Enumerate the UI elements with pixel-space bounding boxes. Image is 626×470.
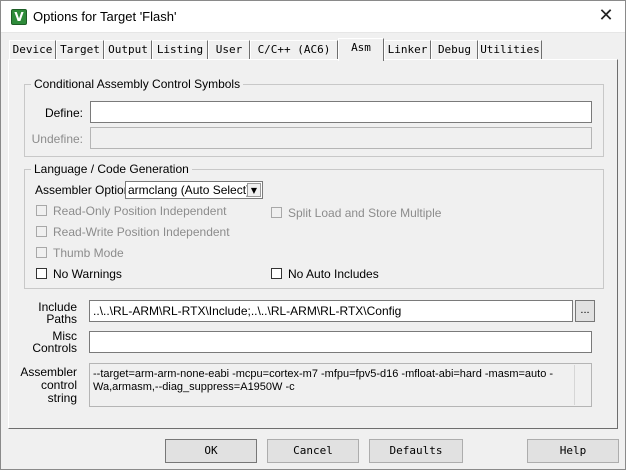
tab-output[interactable]: Output bbox=[104, 40, 152, 59]
conditional-assembly-title: Conditional Assembly Control Symbols bbox=[31, 77, 244, 91]
tab-c-cpp-ac6[interactable]: C/C++ (AC6) bbox=[250, 40, 338, 59]
thumb-mode-checkbox bbox=[36, 247, 47, 258]
include-paths-label: Include Paths bbox=[9, 301, 77, 325]
assembler-control-line2: Wa,armasm,--diag_suppress=A1950W -c bbox=[93, 381, 295, 393]
tab-user[interactable]: User bbox=[208, 40, 250, 59]
window-title: Options for Target 'Flash' bbox=[33, 9, 177, 24]
assembler-control-string-box[interactable]: --target=arm-arm-none-eabi -mcpu=cortex-… bbox=[89, 363, 592, 407]
no-auto-includes-label[interactable]: No Auto Includes bbox=[288, 267, 379, 281]
define-input[interactable] bbox=[90, 101, 592, 123]
tab-device[interactable]: Device bbox=[9, 40, 56, 59]
undefine-label: Undefine: bbox=[31, 132, 83, 146]
tab-listing[interactable]: Listing bbox=[152, 40, 208, 59]
keil-app-icon: V bbox=[11, 9, 27, 25]
misc-controls-label: Misc Controls bbox=[9, 330, 77, 354]
chevron-down-icon: ▼ bbox=[247, 183, 261, 197]
cancel-button[interactable]: Cancel bbox=[267, 439, 359, 463]
assembler-option-value: armclang (Auto Select) bbox=[128, 183, 251, 197]
assembler-control-string-label: Assembler control string bbox=[9, 366, 77, 405]
tab-asm[interactable]: Asm bbox=[338, 38, 384, 61]
assembler-control-label-line1: Assembler bbox=[20, 365, 77, 379]
tab-debug[interactable]: Debug bbox=[431, 40, 478, 59]
undefine-input bbox=[90, 127, 592, 149]
include-paths-input[interactable]: ..\..\RL-ARM\RL-RTX\Include;..\..\RL-ARM… bbox=[89, 300, 573, 322]
include-paths-browse-button[interactable]: ... bbox=[575, 300, 595, 322]
assembler-control-label-line3: string bbox=[47, 391, 77, 405]
ok-button[interactable]: OK bbox=[165, 439, 257, 463]
read-write-pi-label: Read-Write Position Independent bbox=[53, 225, 230, 239]
read-only-pi-label: Read-Only Position Independent bbox=[53, 204, 227, 218]
tab-linker[interactable]: Linker bbox=[384, 40, 431, 59]
split-load-store-checkbox bbox=[271, 207, 282, 218]
split-load-store-label: Split Load and Store Multiple bbox=[288, 206, 442, 220]
no-auto-includes-checkbox[interactable] bbox=[271, 268, 282, 279]
assembler-option-select[interactable]: armclang (Auto Select) ▼ bbox=[125, 181, 263, 199]
read-write-pi-checkbox bbox=[36, 226, 47, 237]
tab-target[interactable]: Target bbox=[56, 40, 104, 59]
asm-tab-panel: Conditional Assembly Control Symbols Def… bbox=[8, 59, 618, 429]
help-button[interactable]: Help bbox=[527, 439, 619, 463]
include-paths-label-line2: Paths bbox=[46, 312, 77, 326]
misc-controls-input[interactable] bbox=[89, 331, 592, 353]
tab-utilities[interactable]: Utilities bbox=[478, 40, 542, 59]
options-dialog: V Options for Target 'Flash' ✕ Device Ta… bbox=[0, 0, 626, 470]
define-label: Define: bbox=[44, 106, 83, 120]
language-code-generation-title: Language / Code Generation bbox=[31, 162, 192, 176]
conditional-assembly-group: Conditional Assembly Control Symbols Def… bbox=[24, 77, 604, 157]
read-only-pi-checkbox bbox=[36, 205, 47, 216]
close-icon[interactable]: ✕ bbox=[595, 5, 617, 27]
assembler-option-label: Assembler Option: bbox=[35, 183, 134, 197]
defaults-button[interactable]: Defaults bbox=[369, 439, 463, 463]
title-bar: V Options for Target 'Flash' ✕ bbox=[1, 1, 625, 33]
thumb-mode-label: Thumb Mode bbox=[53, 246, 124, 260]
misc-controls-label-line2: Controls bbox=[32, 341, 77, 355]
no-warnings-label[interactable]: No Warnings bbox=[53, 267, 122, 281]
language-code-generation-group: Language / Code Generation Assembler Opt… bbox=[24, 162, 604, 289]
assembler-control-scrollbar[interactable] bbox=[574, 365, 590, 405]
assembler-control-line1: --target=arm-arm-none-eabi -mcpu=cortex-… bbox=[93, 368, 554, 380]
assembler-control-label-line2: control bbox=[40, 378, 77, 392]
no-warnings-checkbox[interactable] bbox=[36, 268, 47, 279]
